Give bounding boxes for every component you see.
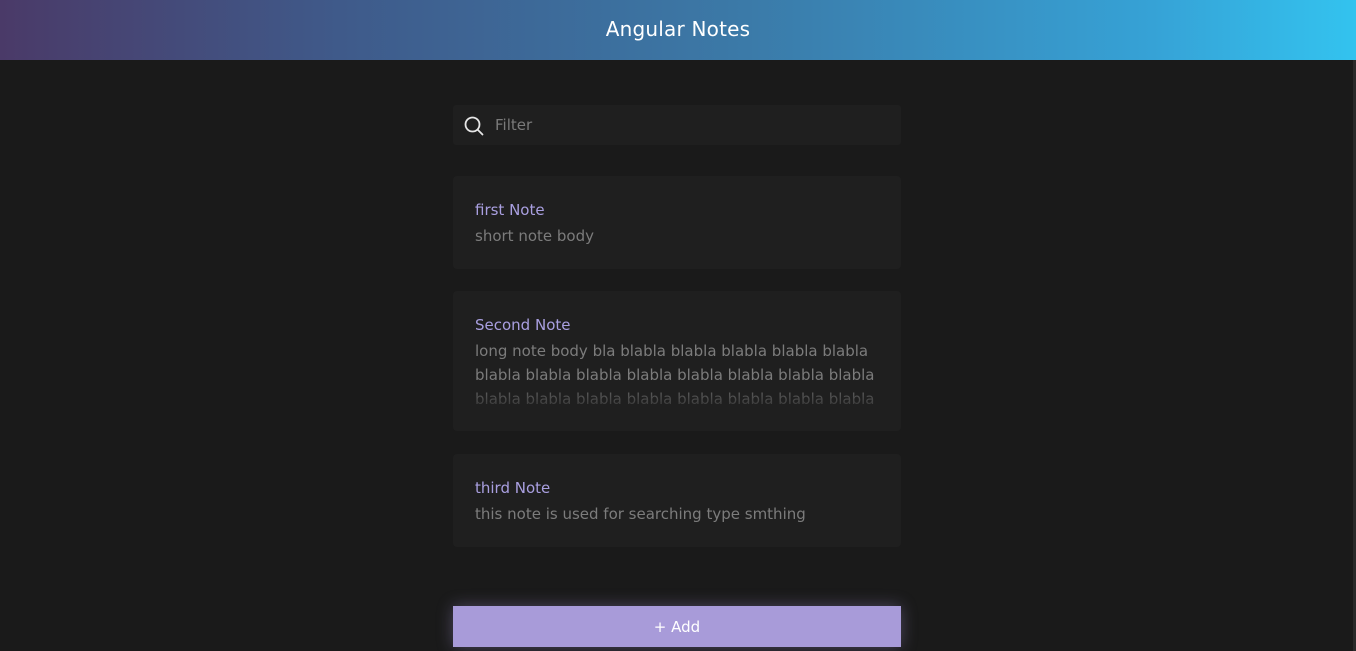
note-card[interactable]: Second Note long note body bla blabla bl… <box>453 291 901 431</box>
note-body: short note body <box>475 227 594 245</box>
search-icon <box>463 115 485 137</box>
search-input[interactable] <box>495 105 895 145</box>
note-title: Second Note <box>475 316 571 334</box>
note-body: this note is used for searching type smt… <box>475 505 806 523</box>
note-card[interactable]: third Note this note is used for searchi… <box>453 454 901 547</box>
search-bar <box>453 105 901 145</box>
app-title: Angular Notes <box>605 17 751 41</box>
notes-container: first Note short note body Second Note l… <box>453 105 901 547</box>
note-title: third Note <box>475 479 551 497</box>
app-header: Angular Notes <box>0 0 1356 60</box>
note-title: first Note <box>475 201 545 219</box>
note-card[interactable]: first Note short note body <box>453 176 901 269</box>
note-body: long note body bla blabla blabla blabla … <box>475 342 875 408</box>
add-note-button[interactable]: + Add <box>453 606 901 647</box>
